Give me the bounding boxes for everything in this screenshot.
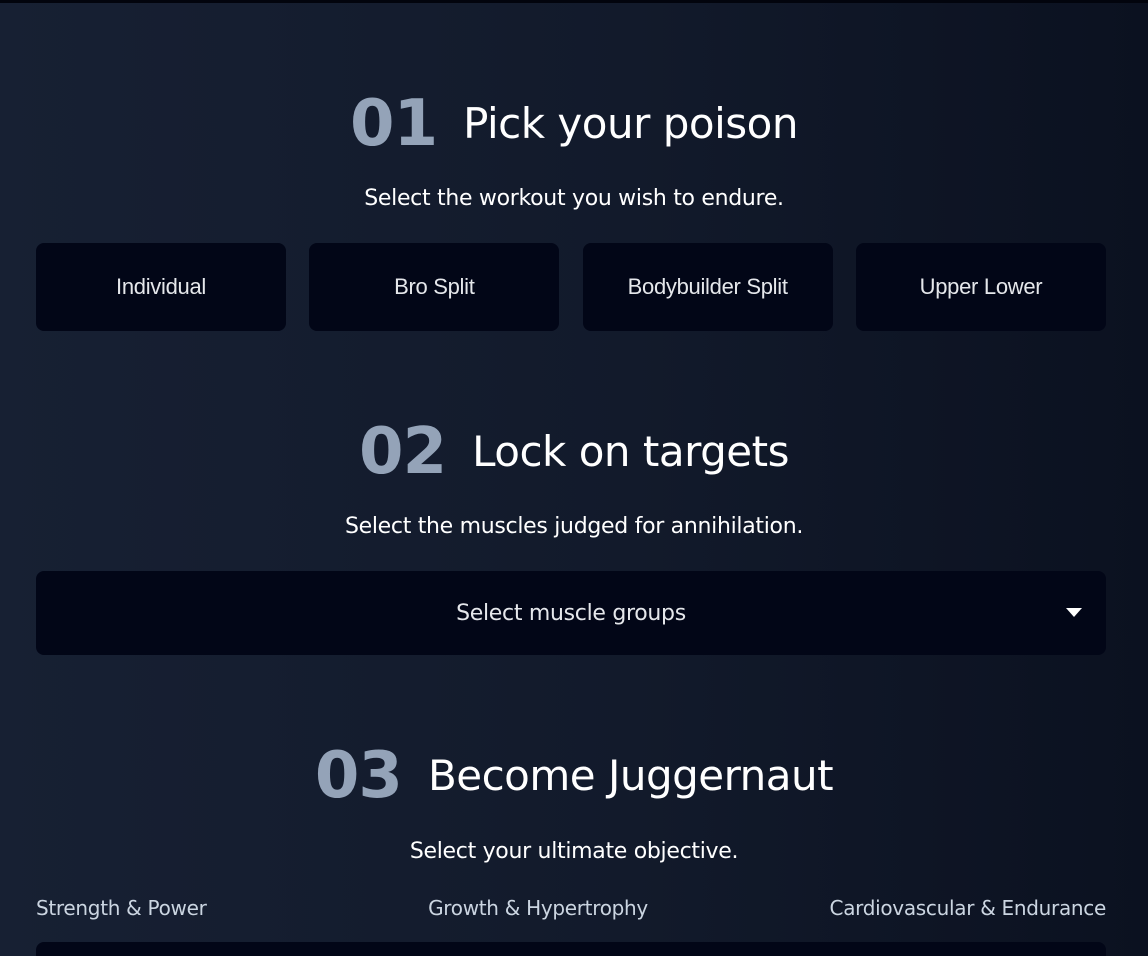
objective-labels: Strength & Power Growth & Hypertrophy Ca… [36, 896, 1106, 920]
select-placeholder: Select muscle groups [456, 600, 686, 626]
bodybuilder-split-button[interactable]: Bodybuilder Split [582, 243, 833, 331]
bro-split-button[interactable]: Bro Split [309, 243, 560, 331]
individual-button[interactable]: Individual [36, 243, 286, 331]
caret-down-icon [1066, 608, 1082, 617]
upper-lower-button[interactable]: Upper Lower [855, 243, 1106, 331]
section-title: Pick your poison [463, 99, 798, 148]
top-border [0, 0, 1148, 3]
section-03-header: 03 Become Juggernaut [0, 744, 1148, 808]
objective-label-endurance[interactable]: Cardiovascular & Endurance [830, 896, 1107, 920]
section-number: 03 [314, 739, 403, 813]
section-title: Become Juggernaut [427, 751, 834, 800]
section-number: 02 [359, 415, 447, 489]
section-subtitle: Select your ultimate objective. [409, 839, 739, 864]
objective-label-strength[interactable]: Strength & Power [36, 896, 207, 920]
objective-slider-track[interactable] [36, 942, 1106, 956]
objective-label-hypertrophy[interactable]: Growth & Hypertrophy [428, 896, 648, 920]
muscle-groups-select[interactable]: Select muscle groups [36, 571, 1106, 655]
workout-type-options: Individual Bro Split Bodybuilder Split U… [36, 243, 1106, 331]
section-02-header: 02 Lock on targets [0, 420, 1148, 484]
section-title: Lock on targets [472, 427, 789, 476]
section-subtitle: Select the workout you wish to endure. [364, 186, 784, 211]
section-subtitle: Select the muscles judged for annihilati… [344, 514, 804, 539]
workout-generator-page: 01 Pick your poison Select the workout y… [0, 0, 1148, 956]
section-number: 01 [350, 87, 438, 161]
section-01-header: 01 Pick your poison [0, 92, 1148, 156]
